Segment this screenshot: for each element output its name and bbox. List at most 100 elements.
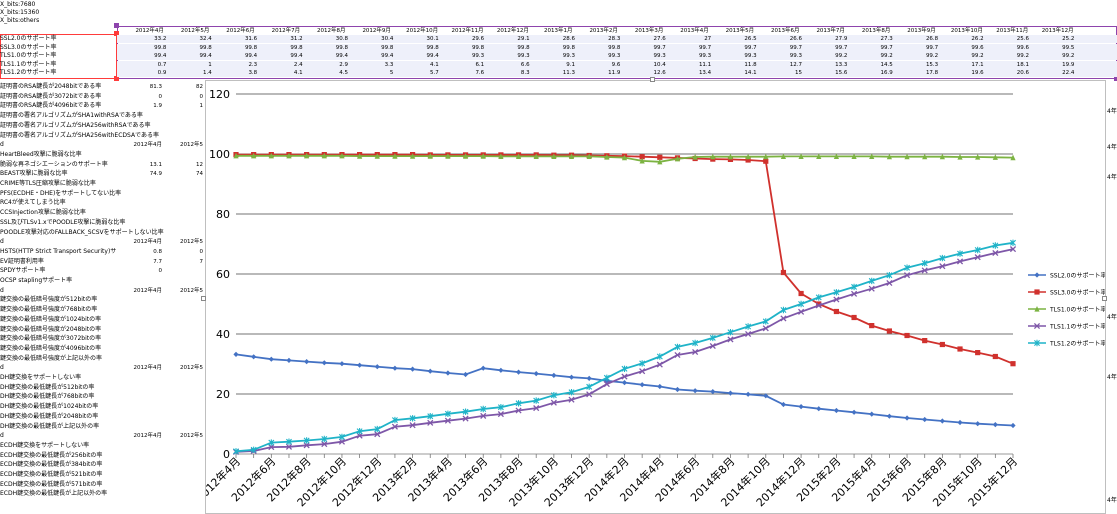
side-cell[interactable]	[165, 403, 203, 411]
table-cell[interactable]: 4.1	[263, 69, 303, 77]
row-label[interactable]: SSL3.0のサポート率	[0, 44, 57, 52]
table-cell[interactable]: 99.3	[672, 52, 711, 60]
side-cell[interactable]	[125, 209, 162, 217]
table-cell[interactable]: 11.3	[536, 69, 575, 77]
table-cell[interactable]: 99.4	[127, 52, 166, 60]
column-header[interactable]: 2012年11月	[445, 27, 490, 35]
table-cell[interactable]: 22.4	[1035, 69, 1074, 77]
side-cell[interactable]: 0	[125, 267, 163, 275]
side-row-label[interactable]: 鍵交換の最低暗号強度が512bitの率	[0, 296, 97, 304]
table-cell[interactable]: 15.6	[808, 69, 847, 77]
spreadsheet[interactable]: X_bits:7680 X_bits:15360 X_bits:others 201…	[0, 0, 1117, 514]
table-cell[interactable]: 14.1	[717, 69, 756, 77]
side-cell[interactable]: 1	[165, 102, 204, 110]
side-cell[interactable]	[125, 219, 162, 227]
table-cell[interactable]: 5.7	[399, 69, 439, 77]
side-cell[interactable]	[125, 471, 162, 479]
chart-resize-handle-left[interactable]	[201, 296, 206, 301]
side-row-label[interactable]: ECDH鍵交換の最低鍵長が256bitの率	[0, 452, 102, 460]
table-cell[interactable]: 2.4	[263, 61, 303, 69]
side-row-label[interactable]: ECDH鍵交換をサポートしない率	[0, 442, 89, 450]
side-row-label[interactable]: d	[0, 141, 4, 149]
table-cell[interactable]: 4.5	[309, 69, 348, 77]
table-cell[interactable]: 9.1	[536, 61, 575, 69]
table-cell[interactable]: 15.3	[899, 61, 938, 69]
side-cell[interactable]: 1.9	[125, 102, 162, 110]
column-header[interactable]: 2012年4月	[127, 27, 172, 35]
side-cell[interactable]	[125, 229, 162, 237]
side-row-label[interactable]: ECDH鍵交換の最低鍵長が384bitの率	[0, 461, 102, 469]
table-cell[interactable]: 5	[354, 69, 394, 77]
table-cell[interactable]: 27.9	[808, 35, 847, 43]
side-row-label[interactable]: ECDH鍵交換の最低鍵長が上記以外の率	[0, 490, 107, 498]
side-row-label[interactable]: 証明書のRSA鍵長が3072bitである率	[0, 93, 101, 101]
table-cell[interactable]: 27.3	[853, 35, 893, 43]
side-cell[interactable]	[125, 122, 162, 130]
side-cell[interactable]	[165, 471, 203, 479]
side-row-label[interactable]: 鍵交換の最低暗号強度が2048bitの率	[0, 326, 101, 334]
side-cell[interactable]	[125, 112, 162, 120]
column-header[interactable]: 2013年10月	[944, 27, 989, 35]
side-cell[interactable]	[165, 209, 203, 217]
side-row-label[interactable]: 鍵交換の最低暗号強度が上記以外の率	[0, 355, 102, 363]
table-cell[interactable]: 99.4	[263, 52, 302, 60]
side-cell[interactable]	[165, 277, 203, 285]
side-cell[interactable]	[165, 219, 203, 227]
side-cell[interactable]	[165, 335, 203, 343]
table-cell[interactable]: 99.7	[672, 44, 711, 52]
table-cell[interactable]: 12.7	[763, 61, 802, 69]
selection-handle[interactable]	[114, 23, 119, 28]
side-cell[interactable]	[125, 423, 162, 431]
side-cell[interactable]	[125, 335, 162, 343]
chart-resize-handle-right[interactable]	[1102, 296, 1107, 301]
side-cell[interactable]: 2012年5	[165, 238, 203, 246]
side-cell[interactable]: 2012年4月	[125, 141, 163, 149]
column-header[interactable]: 2013年1月	[536, 27, 581, 35]
table-cell[interactable]: 6.6	[490, 61, 530, 69]
side-cell[interactable]	[125, 490, 162, 498]
side-cell[interactable]	[165, 345, 203, 353]
table-cell[interactable]: 7.6	[445, 69, 484, 77]
column-header[interactable]: 2013年11月	[990, 27, 1035, 35]
side-cell[interactable]: 0.8	[125, 248, 162, 256]
side-row-label[interactable]: d	[0, 238, 4, 246]
table-cell[interactable]: 29.6	[445, 35, 484, 43]
side-cell[interactable]	[165, 413, 203, 421]
table-cell[interactable]: 11.9	[581, 69, 620, 77]
column-header[interactable]: 2013年5月	[717, 27, 762, 35]
side-row-label[interactable]: d	[0, 364, 4, 372]
column-header[interactable]: 2012年10月	[399, 27, 444, 35]
side-cell[interactable]	[165, 296, 203, 304]
table-cell[interactable]: 20.6	[990, 69, 1029, 77]
table-cell[interactable]: 99.3	[536, 52, 575, 60]
side-cell[interactable]	[165, 393, 203, 401]
table-cell[interactable]: 10.4	[626, 61, 666, 69]
side-cell[interactable]	[125, 384, 162, 392]
table-cell[interactable]: 99.7	[899, 44, 938, 52]
side-cell[interactable]	[125, 326, 162, 334]
side-cell[interactable]	[125, 296, 162, 304]
side-row-label[interactable]: CCSInjection攻撃に脆弱な比率	[0, 209, 86, 217]
table-cell[interactable]: 17.1	[944, 61, 983, 69]
side-row-label[interactable]: HSTS(HTTP Strict Transport Security)サ	[0, 248, 116, 256]
side-row-label[interactable]: DH鍵交換の最低鍵長が2048bitの率	[0, 413, 98, 421]
table-cell[interactable]: 99.4	[172, 52, 212, 60]
table-cell[interactable]: 99.3	[626, 52, 666, 60]
table-cell[interactable]: 0.9	[127, 69, 167, 77]
side-cell[interactable]	[125, 355, 162, 363]
side-cell[interactable]	[125, 199, 162, 207]
side-row-label[interactable]: ECDH鍵交換の最低鍵長が521bitの率	[0, 471, 102, 479]
side-cell[interactable]	[125, 277, 162, 285]
table-cell[interactable]: 29.1	[490, 35, 529, 43]
side-cell[interactable]: 2012年4月	[125, 238, 163, 246]
table-cell[interactable]: 99.3	[490, 52, 529, 60]
table-cell[interactable]: 4.1	[399, 61, 439, 69]
side-cell[interactable]: 12	[165, 161, 203, 169]
table-cell[interactable]: 33.2	[127, 35, 166, 43]
table-cell[interactable]: 16.9	[853, 69, 893, 77]
column-header[interactable]: 2013年8月	[853, 27, 898, 35]
side-cell[interactable]	[165, 384, 203, 392]
row-label[interactable]: TLS1.2のサポート率	[0, 69, 56, 77]
table-cell[interactable]: 25.6	[990, 35, 1029, 43]
side-row-label[interactable]: OCSP staplingサポート率	[0, 277, 72, 285]
